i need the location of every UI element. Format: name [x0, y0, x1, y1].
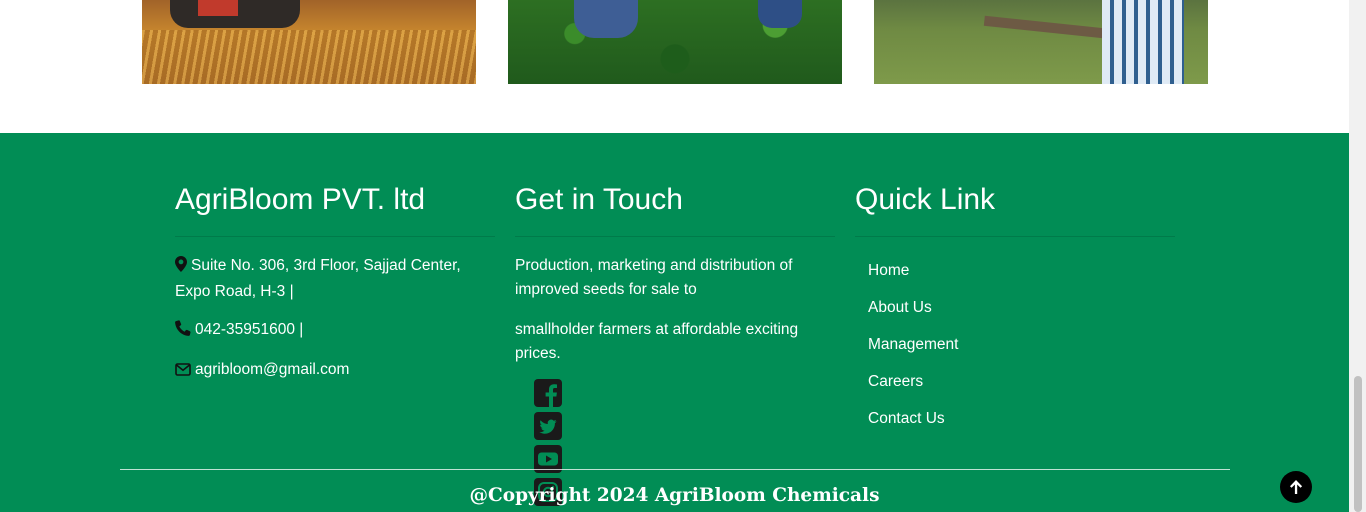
facebook-icon[interactable]	[534, 379, 562, 407]
wooden-log	[983, 15, 1105, 39]
farmer-shirt	[1102, 0, 1184, 84]
site-footer: AgriBloom PVT. ltd Suite No. 306, 3rd Fl…	[0, 133, 1349, 512]
farmer-on-grass-image	[874, 0, 1208, 84]
contact-title: Get in Touch	[515, 183, 683, 216]
company-title: AgriBloom PVT. ltd	[175, 183, 426, 216]
scrollbar-thumb[interactable]	[1354, 376, 1362, 512]
quick-link-home[interactable]: Home	[868, 262, 909, 280]
divider	[855, 236, 1175, 237]
wheat-field-tractor-image	[142, 0, 476, 84]
quick-link-about[interactable]: About Us	[868, 299, 932, 317]
vertical-scrollbar[interactable]	[1349, 0, 1366, 512]
phone-value: 042-35951600 |	[195, 321, 304, 338]
worker-figure	[758, 0, 802, 28]
back-to-top-button[interactable]	[1280, 471, 1312, 503]
quick-link-management[interactable]: Management	[868, 336, 958, 354]
quick-links-title: Quick Link	[855, 183, 996, 216]
quick-link-contact[interactable]: Contact Us	[868, 410, 945, 428]
contact-description-2: smallholder farmers at affordable exciti…	[515, 321, 799, 362]
email-value[interactable]: agribloom@gmail.com	[195, 361, 349, 378]
map-marker-icon	[175, 256, 187, 280]
contact-description-1: Production, marketing and distribution o…	[515, 257, 793, 298]
footer-divider	[120, 469, 1230, 470]
envelope-icon	[175, 360, 191, 384]
copyright-text: @Copyright 2024 AgriBloom Chemicals	[469, 485, 880, 506]
address-text: Suite No. 306, 3rd Floor, Sajjad Center,…	[175, 254, 475, 304]
worker-figure	[574, 0, 638, 38]
address-value: Suite No. 306, 3rd Floor, Sajjad Center,…	[175, 257, 461, 300]
email-text: agribloom@gmail.com	[175, 358, 475, 384]
phone-icon	[175, 320, 191, 344]
twitter-icon[interactable]	[534, 412, 562, 440]
wheat-rows	[142, 30, 476, 84]
tractor-shape	[170, 0, 300, 28]
phone-text: 042-35951600 |	[175, 318, 475, 344]
divider	[175, 236, 495, 237]
crop-field-workers-image	[508, 0, 842, 84]
divider	[515, 236, 835, 237]
arrow-up-icon	[1290, 480, 1303, 494]
quick-link-careers[interactable]: Careers	[868, 373, 923, 391]
